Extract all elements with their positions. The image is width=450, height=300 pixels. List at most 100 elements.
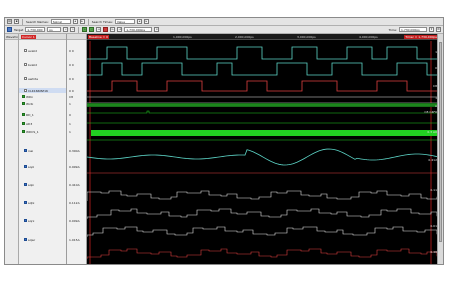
signal-type-icon [22,122,25,125]
signal-row[interactable]: CLK166MZ16 [19,88,66,93]
trace-wclk[interactable] [87,110,439,114]
timer-cursor-tag[interactable]: Timer = 1,730,000ps [404,35,438,39]
zoom-in-icon[interactable]: + [82,27,88,32]
time-group: Time: 1,730,000ps ▾ ⚙ [389,27,441,32]
waveform-canvas[interactable]: Baseline = 0 1,000,000ps 2,000,000ps 3,0… [87,34,439,264]
marker-icon[interactable] [103,27,109,32]
signal-row[interactable]: AD3 [19,121,66,126]
trace-bvalid[interactable] [87,62,439,76]
time-options-icon[interactable]: ▾ [429,27,434,32]
trace-clk-bus[interactable] [87,96,439,104]
time-tick-label: 3,000,000ps [297,35,316,39]
trace-sqrx[interactable] [87,226,439,237]
save-icon[interactable]: ▪ [14,19,19,24]
signal-row[interactable]: WDCS_1 [19,129,66,134]
signal-type-icon [24,165,27,168]
search-times-next-icon[interactable]: ▸ [143,19,149,24]
separator [87,18,89,25]
search-names-label: Search Names: [26,19,49,24]
signal-type-icon [22,95,25,98]
target-label: Target [14,27,24,32]
signal-value: 0.410A [69,182,80,187]
time-tick-label: 2,000,000ps [235,35,254,39]
signal-value: 1 [69,101,71,106]
search-prev-icon[interactable]: ◂ [72,19,78,24]
signal-row[interactable]: sqrx [19,218,66,223]
signal-row[interactable]: RD_1 [19,112,66,117]
step-back-icon[interactable]: « [63,27,69,32]
signal-name: RD_1 [26,112,34,117]
signal-row[interactable]: Wclk [19,101,66,106]
scrollbar-thumb[interactable] [439,42,442,242]
trace-rssi[interactable] [87,148,439,166]
signal-type-icon [24,49,27,52]
search-times-label: Search Times: [91,19,113,24]
trace-sqin[interactable] [87,190,439,201]
signal-name: CLK166MZ16 [28,88,48,93]
signal-name: bvalid [28,62,38,67]
signal-value: 1.015A [69,237,80,242]
search-names-input[interactable]: Signal [50,19,71,24]
signal-row[interactable]: avalid [19,48,66,53]
step-forward-icon[interactable]: » [70,27,76,32]
search-next-icon[interactable]: ▸ [79,19,85,24]
time-label: Time: [388,27,397,32]
trace-end-value: 0.11 [430,188,437,192]
time-ruler[interactable]: Baseline = 0 1,000,000ps 2,000,000ps 3,0… [87,34,439,40]
signal-row[interactable]: bvalid [19,62,66,67]
file-icon[interactable]: ▤ [7,19,12,24]
signal-row[interactable]: sqin [19,182,66,187]
trace-end-value: C8 C4F0 [424,110,437,114]
search-times-input[interactable]: Value [114,19,135,24]
trace-awhite[interactable] [87,80,439,92]
tree-header: Waveform 1 [5,34,18,40]
vertical-scrollbar[interactable] [437,34,443,264]
signal-value: 0 0 [69,48,74,53]
signal-name: avalid [28,48,38,53]
signal-row[interactable]: WDn [19,94,66,99]
signal-value: 0.300A [69,148,80,153]
signal-value: 0.999A [69,164,80,169]
signal-value: 1 [69,129,71,134]
step-input[interactable]: 1,730,000ps [124,27,153,32]
time-input[interactable]: 1,730,000ps [399,27,427,32]
trace-end-value: 0.3 A0 [427,130,437,134]
search-times-prev-icon[interactable]: ◂ [136,19,142,24]
trace-sqtx[interactable] [87,208,439,219]
signal-names-panel: Cursor 1 avalid bvalid awhite CLK166MZ16 WDn… [19,34,67,264]
prev-edge-icon[interactable]: ⇤ [110,27,116,32]
signal-type-icon [22,113,25,116]
trace-sqwr[interactable] [87,248,439,259]
baseline-cursor-tag[interactable]: Baseline = 0 [88,35,110,39]
signal-value: 0.112A [69,200,80,205]
signal-row[interactable]: rssi [19,148,66,153]
trace-avalid[interactable] [87,46,439,60]
signal-type-icon [22,130,25,133]
signal-name: Wclk [26,101,34,106]
lock-icon[interactable]: ▫ [154,27,160,32]
trace-ad3-clock[interactable] [91,130,439,136]
trace-end-value: 0.01 [430,224,437,228]
signal-type-icon [24,77,27,80]
zoom-fit-icon[interactable]: ↔ [96,27,102,32]
zoom-out-icon[interactable]: − [89,27,95,32]
time-tick-label: 4,000,000ps [359,35,378,39]
signal-row[interactable]: awhite [19,76,66,81]
signal-value: 0 0 [69,88,74,93]
waveform-viewer-window: ▤ ▪ Search Names: Signal ◂ ▸ Search Time… [4,17,444,265]
signal-name: AD3 [26,121,33,126]
navigation-toolbar: Target 1,730,000 ps « » + − ↔ ⇤ ⇥ 1,730,… [5,26,443,34]
unit-select[interactable]: ps [47,27,62,32]
signal-row[interactable]: sqtx [19,200,66,205]
target-input[interactable]: 1,730,000 [25,27,46,32]
cursor-chip[interactable]: Cursor 1 [21,34,36,39]
cursor-icon[interactable] [7,27,12,32]
signal-name: sqwr [28,237,36,242]
next-edge-icon[interactable]: ⇥ [117,27,123,32]
signal-row[interactable]: sqwr [19,237,66,242]
signal-type-icon [24,219,27,222]
signal-row[interactable]: sqol [19,164,66,169]
signal-type-icon [24,89,27,92]
signal-name: awhite [28,76,39,81]
time-settings-icon[interactable]: ⚙ [436,27,441,32]
